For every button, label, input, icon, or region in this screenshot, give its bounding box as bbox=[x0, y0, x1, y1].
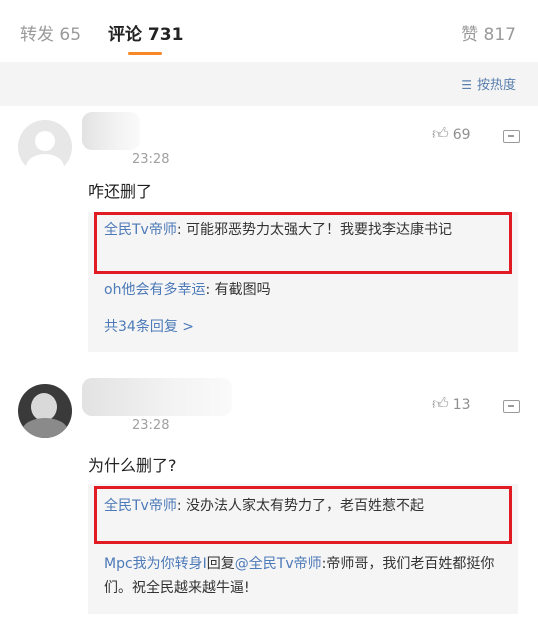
reply-prefix: 回复 bbox=[206, 556, 235, 572]
comment-text: 为什么删了? bbox=[88, 456, 177, 475]
like-button[interactable]: 👍︎ 69 bbox=[432, 124, 471, 144]
highlight-box bbox=[94, 212, 512, 274]
reply-mention[interactable]: @全民Tv帝师 bbox=[235, 556, 322, 572]
view-more-replies-link[interactable]: 共34条回复 > bbox=[104, 316, 194, 336]
thumbs-up-icon: 👍︎ bbox=[432, 394, 449, 413]
reply-item[interactable]: oh他会有多幸运: 有截图吗 bbox=[104, 278, 509, 302]
highlight-box bbox=[94, 486, 512, 544]
username-blurred[interactable] bbox=[82, 112, 140, 150]
sort-bar: ☰ 按热度 bbox=[0, 62, 538, 106]
reply-text: : 有截图吗 bbox=[205, 282, 271, 298]
avatar[interactable] bbox=[18, 120, 72, 174]
comment-time: 23:28 bbox=[132, 152, 170, 167]
sort-by-hot-button[interactable]: ☰ 按热度 bbox=[461, 74, 516, 93]
tab-repost[interactable]: 转发 65 bbox=[20, 20, 81, 45]
sort-icon: ☰ bbox=[461, 78, 472, 92]
like-button[interactable]: 👍︎ 13 bbox=[432, 394, 471, 414]
comment-tabs-bar: 转发 65 评论 731 赞 817 bbox=[0, 0, 538, 62]
reply-username[interactable]: oh他会有多幸运 bbox=[104, 282, 205, 298]
comment-time: 23:28 bbox=[132, 418, 170, 433]
comment-reply-icon[interactable] bbox=[503, 400, 520, 413]
reply-username[interactable]: Mpc我为你转身I bbox=[104, 556, 207, 572]
avatar-head bbox=[31, 393, 57, 421]
avatar[interactable] bbox=[18, 384, 72, 438]
active-tab-indicator bbox=[128, 52, 162, 55]
avatar-body bbox=[26, 154, 64, 174]
tab-comment[interactable]: 评论 731 bbox=[108, 20, 183, 45]
sort-label: 按热度 bbox=[476, 78, 516, 93]
reply-item[interactable]: Mpc我为你转身I回复@全民Tv帝师:帝师哥，我们老百姓都挺你们。祝全民越来越牛… bbox=[104, 552, 509, 600]
thumbs-up-icon: 👍︎ bbox=[432, 124, 449, 143]
comment-text: 咋还删了 bbox=[88, 182, 153, 201]
avatar-head bbox=[35, 131, 55, 151]
avatar-body bbox=[22, 418, 68, 438]
username-blurred[interactable] bbox=[82, 378, 232, 416]
like-count: 13 bbox=[452, 397, 471, 413]
tab-like[interactable]: 赞 817 bbox=[461, 20, 516, 45]
comment-reply-icon[interactable] bbox=[503, 130, 520, 143]
like-count: 69 bbox=[452, 127, 471, 143]
